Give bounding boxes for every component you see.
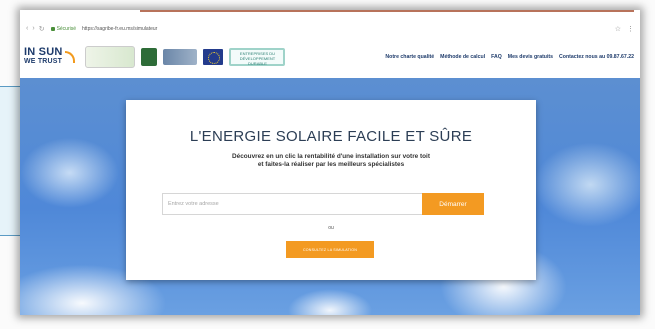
secure-indicator[interactable]: Sécurisé	[50, 26, 77, 32]
hero-sky: L'ENERGIE SOLAIRE FACILE ET SÛRE Découvr…	[20, 78, 640, 315]
back-icon[interactable]: ‹	[26, 25, 28, 33]
nav-faq[interactable]: FAQ	[491, 54, 502, 60]
address-bar[interactable]: ‹ › ↻ Sécurisé https://sagribe-fr.eu.ms/…	[20, 22, 640, 36]
hero-lead: Découvrez en un clic la rentabilité d'un…	[126, 153, 536, 169]
simulation-button[interactable]: CONSULTEZ LA SIMULATION	[286, 241, 374, 258]
nav-calculation-method[interactable]: Méthode de calcul	[440, 54, 485, 60]
partner-logo-1	[85, 46, 136, 68]
browser-screenshot: ‹ › ↻ Sécurisé https://sagribe-fr.eu.ms/…	[20, 10, 640, 315]
or-separator: ou	[328, 225, 334, 231]
address-input[interactable]	[162, 193, 422, 215]
lock-icon	[50, 27, 55, 31]
start-button[interactable]: Démarrer	[422, 193, 484, 215]
menu-icon[interactable]: ⋮	[627, 25, 634, 33]
site-header: IN SUN WE TRUST ENTREPRISES DU DÉVELOPPE…	[20, 36, 640, 78]
url-text[interactable]: https://sagribe-fr.eu.ms/simulateur	[82, 26, 157, 32]
address-search: Démarrer	[162, 193, 484, 215]
partner-logo-edd: ENTREPRISES DU DÉVELOPPEMENT DURABLE	[229, 48, 286, 66]
partner-logo-3	[163, 49, 198, 65]
browser-nav[interactable]: ‹ › ↻	[26, 25, 45, 33]
nav-quality-charter[interactable]: Notre charte qualité	[385, 54, 434, 60]
browser-actions: ☆ ⋮	[615, 25, 634, 33]
nav-free-quotes[interactable]: Mes devis gratuits	[508, 54, 553, 60]
top-navigation: Notre charte qualité Méthode de calcul F…	[385, 54, 636, 60]
partner-logo-2	[141, 48, 158, 66]
tab-strip-bar	[140, 10, 634, 12]
secure-label: Sécurisé	[56, 26, 77, 32]
logo-line2: WE TRUST	[24, 58, 63, 65]
browser-topline	[20, 10, 640, 22]
hero-lead-line1: Découvrez en un clic la rentabilité d'un…	[232, 153, 430, 160]
hero-card: L'ENERGIE SOLAIRE FACILE ET SÛRE Découvr…	[126, 100, 536, 280]
stage: ‹ › ↻ Sécurisé https://sagribe-fr.eu.ms/…	[0, 0, 655, 329]
forward-icon[interactable]: ›	[32, 25, 34, 33]
site-logo[interactable]: IN SUN WE TRUST	[24, 47, 76, 66]
eu-flag-icon	[203, 49, 224, 65]
logo-wordmark: IN SUN WE TRUST	[24, 47, 63, 66]
partner-logos: ENTREPRISES DU DÉVELOPPEMENT DURABLE	[85, 46, 286, 68]
star-icon[interactable]: ☆	[615, 25, 621, 33]
hero-title: L'ENERGIE SOLAIRE FACILE ET SÛRE	[189, 128, 473, 145]
nav-contact-phone[interactable]: Contactez nous au 09.87.67.22	[559, 54, 634, 60]
sun-arc-icon	[65, 51, 76, 63]
reload-icon[interactable]: ↻	[39, 25, 45, 33]
hero-lead-line2: et faites-la réaliser par les meilleurs …	[257, 161, 405, 168]
